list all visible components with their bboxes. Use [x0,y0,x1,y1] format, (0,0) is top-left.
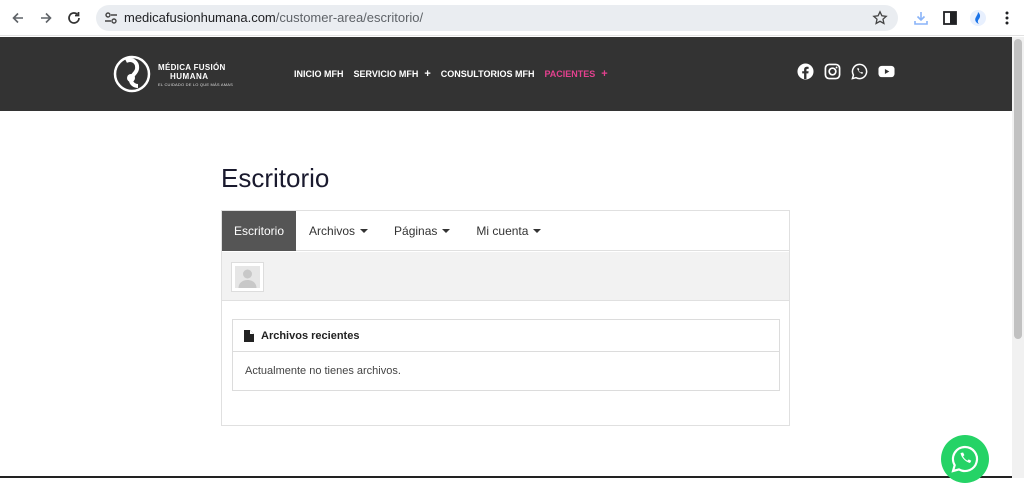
tab-archivos[interactable]: Archivos [296,211,381,251]
page-scrollbar[interactable] [1012,37,1024,478]
caret-down-icon [442,229,451,233]
menu-kebab-icon[interactable] [998,9,1016,27]
nav-item-pacientes[interactable]: PACIENTES + [544,68,607,80]
site-info-icon[interactable] [103,10,119,26]
bookmark-star-icon[interactable] [872,10,888,26]
nav-label: CONSULTORIOS MFH [440,69,535,79]
nav-item-consultorios[interactable]: CONSULTORIOS MFH [441,68,535,80]
recent-files-header: Archivos recientes [233,320,779,352]
reload-icon[interactable] [64,8,84,28]
logo-text-line2: HUMANA [170,72,209,81]
site-header: MÉDICA FUSIÓN HUMANA EL CUIDADO DE LO QU… [0,37,1012,111]
scrollbar-thumb[interactable] [1014,39,1022,339]
caret-down-icon [533,229,542,233]
youtube-icon[interactable] [878,63,895,80]
recent-files-heading: Archivos recientes [261,329,360,342]
profile-icon[interactable] [969,9,987,27]
url-path: /customer-area/escritorio/ [275,10,424,25]
logo-text-line1: MÉDICA FUSIÓN [158,63,226,72]
tab-mi-cuenta[interactable]: Mi cuenta [463,211,554,251]
side-panel-icon[interactable] [941,9,959,27]
customer-area-panel: Escritorio Archivos Páginas Mi cuenta Ar… [221,210,790,426]
main-nav: INICIO MFH SERVICIO MFH + CONSULTORIOS MF… [294,68,618,80]
site-logo[interactable]: MÉDICA FUSIÓN HUMANA EL CUIDADO DE LO QU… [112,53,234,97]
nav-item-inicio[interactable]: INICIO MFH [294,68,344,80]
tab-label: Archivos [309,224,356,238]
logo-tagline: EL CUIDADO DE LO QUE MÁS AMAS [158,82,234,87]
tab-label: Páginas [394,224,438,238]
customer-area-tabs: Escritorio Archivos Páginas Mi cuenta [222,211,789,251]
logo-mark-icon [113,55,151,93]
tab-escritorio[interactable]: Escritorio [222,211,297,251]
recent-files-empty: Actualmente no tienes archivos. [245,365,401,377]
expand-plus-icon[interactable]: + [424,68,430,80]
nav-item-servicio[interactable]: SERVICIO MFH + [354,68,431,80]
nav-label: SERVICIO MFH [353,69,419,79]
caret-down-icon [360,229,369,233]
tab-label: Mi cuenta [476,224,529,238]
avatar[interactable] [231,262,264,292]
browser-toolbar: medicafusionhumana.com/customer-area/esc… [0,0,1024,36]
file-icon [244,329,254,342]
default-user-icon [238,269,257,288]
forward-icon[interactable] [36,8,56,28]
instagram-icon[interactable] [824,63,841,80]
page-title: Escritorio [221,163,330,193]
whatsapp-float-button[interactable] [941,435,989,483]
back-icon[interactable] [8,8,28,28]
user-bar [222,252,789,301]
recent-files-card: Archivos recientes Actualmente no tienes… [232,319,780,391]
whatsapp-icon [951,445,979,473]
whatsapp-icon[interactable] [851,63,868,80]
expand-plus-icon[interactable]: + [601,68,607,80]
facebook-icon[interactable] [797,63,814,80]
url-text[interactable]: medicafusionhumana.com/customer-area/esc… [124,10,423,25]
tab-paginas[interactable]: Páginas [381,211,463,251]
url-host: medicafusionhumana.com [124,10,276,25]
nav-label: INICIO MFH [294,69,344,79]
nav-label: PACIENTES [544,69,596,79]
social-links [797,63,895,80]
address-bar[interactable]: medicafusionhumana.com/customer-area/esc… [96,5,898,31]
download-icon[interactable] [912,9,930,27]
tab-label: Escritorio [234,224,285,238]
